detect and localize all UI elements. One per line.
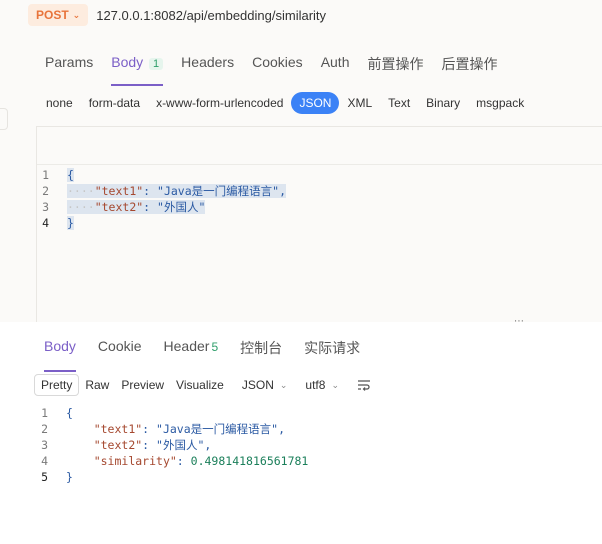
collapse-handle[interactable]: [0, 108, 8, 130]
body-type-selector: none form-data x-www-form-urlencoded JSO…: [38, 92, 532, 114]
chevron-down-icon: ⌄: [331, 379, 339, 390]
body-type-none[interactable]: none: [38, 92, 81, 114]
tab-label: 实际请求: [304, 340, 361, 356]
encoding-select-value: utf8: [305, 378, 326, 392]
method-label: POST: [36, 8, 69, 22]
line-number: 5: [41, 470, 48, 484]
tab-label: Cookie: [97, 338, 142, 354]
tab-label: Body: [44, 338, 76, 354]
code-token: }: [67, 216, 74, 230]
tab-label: Body: [111, 54, 144, 70]
tab-label: 后置操作: [441, 56, 498, 72]
url-input[interactable]: 127.0.0.1:8082/api/embedding/similarity: [96, 8, 326, 23]
code-key: "similarity": [93, 454, 177, 468]
tab-response-header[interactable]: Header 5: [156, 334, 227, 362]
tab-console[interactable]: 控制台: [232, 334, 290, 362]
header-count-badge: 5: [211, 340, 219, 354]
code-value: "Java是一门编程语言": [156, 422, 279, 436]
body-type-json[interactable]: JSON: [291, 92, 340, 114]
tab-label: 控制台: [240, 340, 283, 356]
code-key: "text2": [94, 200, 144, 214]
code-key: "text2": [93, 438, 143, 452]
code-value: "外国人": [157, 200, 206, 214]
word-wrap-icon[interactable]: [357, 379, 371, 391]
code-token: {: [66, 406, 73, 420]
view-pretty-button[interactable]: Pretty: [34, 374, 80, 396]
tab-pre-script[interactable]: 前置操作: [359, 50, 433, 78]
tab-response-body[interactable]: Body: [36, 334, 84, 372]
url-bar: POST ⌄ 127.0.0.1:8082/api/embedding/simi…: [28, 2, 326, 28]
resize-handle[interactable]: ⋯: [514, 316, 524, 327]
editor-toolbar: [37, 127, 602, 165]
tab-actual-request[interactable]: 实际请求: [296, 334, 368, 362]
line-number: 4: [42, 216, 49, 230]
view-raw-button[interactable]: Raw: [79, 375, 115, 395]
response-body-viewer[interactable]: 1{ 2 "text1": "Java是一门编程语言", 3 "text2": …: [36, 405, 308, 485]
chevron-down-icon: ⌄: [279, 379, 288, 390]
tab-post-script[interactable]: 后置操作: [433, 50, 507, 78]
response-view-bar: Pretty Raw Preview Visualize JSON ⌄ utf8…: [34, 374, 371, 396]
request-body-editor[interactable]: 1{ 2 ····"text1": "Java是一门编程语言", 3 ····"te…: [36, 126, 602, 322]
body-type-text[interactable]: Text: [380, 92, 418, 114]
line-number: 1: [41, 406, 48, 420]
tab-body[interactable]: Body 1: [102, 50, 172, 86]
tab-label: Header: [163, 338, 210, 354]
body-count-badge: 1: [149, 58, 164, 70]
format-select[interactable]: JSON ⌄: [242, 378, 288, 392]
body-type-xml[interactable]: XML: [339, 92, 380, 114]
tab-auth[interactable]: Auth: [312, 50, 359, 78]
chevron-down-icon: ⌄: [72, 9, 81, 20]
tab-label: Cookies: [252, 54, 303, 70]
request-tabs: Params Body 1 Headers Cookies Auth 前置操作 …: [36, 50, 507, 86]
body-type-urlencoded[interactable]: x-www-form-urlencoded: [148, 92, 291, 114]
code-value: "外国人": [156, 438, 205, 452]
line-number: 3: [42, 200, 49, 214]
line-number: 4: [41, 454, 48, 468]
line-number: 2: [41, 422, 48, 436]
encoding-select[interactable]: utf8 ⌄: [305, 378, 339, 392]
tab-response-cookie[interactable]: Cookie: [90, 334, 150, 362]
body-type-form-data[interactable]: form-data: [81, 92, 148, 114]
code-key: "text1": [94, 184, 144, 198]
code-value: "Java是一门编程语言": [157, 184, 280, 198]
line-number: 1: [42, 168, 49, 182]
body-type-binary[interactable]: Binary: [418, 92, 468, 114]
request-code[interactable]: 1{ 2 ····"text1": "Java是一门编程语言", 3 ····"te…: [37, 167, 287, 231]
view-visualize-button[interactable]: Visualize: [170, 375, 230, 395]
format-select-value: JSON: [241, 378, 274, 392]
line-number: 2: [42, 184, 49, 198]
view-preview-button[interactable]: Preview: [115, 375, 170, 395]
response-tabs: Body Cookie Header 5 控制台 实际请求: [36, 334, 374, 372]
tab-label: Headers: [181, 54, 235, 70]
tab-params[interactable]: Params: [36, 50, 102, 78]
tab-cookies[interactable]: Cookies: [243, 50, 312, 78]
line-number: 3: [41, 438, 48, 452]
body-type-msgpack[interactable]: msgpack: [468, 92, 532, 114]
tab-headers[interactable]: Headers: [172, 50, 243, 78]
tab-label: Auth: [320, 54, 350, 70]
code-value: 0.498141816561781: [190, 454, 309, 468]
code-key: "text1": [93, 422, 143, 436]
tab-label: Params: [45, 54, 94, 70]
method-select[interactable]: POST ⌄: [28, 4, 89, 26]
code-token: {: [67, 168, 74, 182]
code-token: }: [66, 470, 73, 484]
tab-label: 前置操作: [367, 56, 424, 72]
